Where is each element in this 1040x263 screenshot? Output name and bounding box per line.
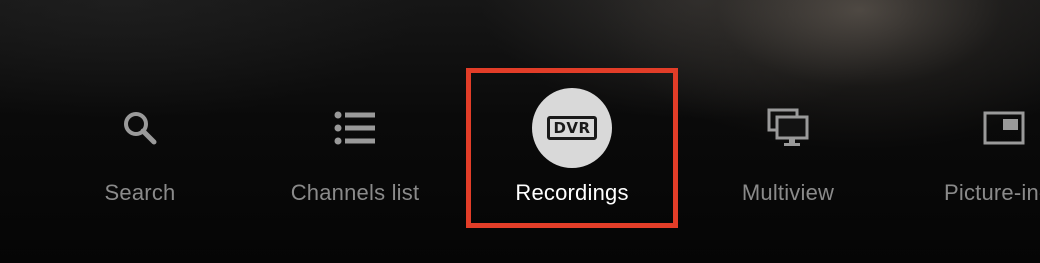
- quick-menu: Search Channels list DVR Recordings Mult…: [0, 0, 1040, 263]
- list-icon: [315, 88, 395, 168]
- menu-item-search[interactable]: Search: [40, 88, 240, 228]
- dvr-icon-text: DVR: [547, 116, 597, 140]
- tv-overlay-screen: Search Channels list DVR Recordings Mult…: [0, 0, 1040, 263]
- menu-item-multiview[interactable]: Multiview: [688, 88, 888, 228]
- picture-in-picture-icon: [964, 88, 1040, 168]
- dvr-icon-circle: DVR: [532, 88, 612, 168]
- menu-item-channels-list[interactable]: Channels list: [255, 88, 455, 228]
- menu-label-channels-list: Channels list: [290, 180, 420, 205]
- dvr-icon: DVR: [532, 88, 612, 168]
- multiview-icon: [748, 88, 828, 168]
- menu-label-search: Search: [104, 180, 176, 205]
- menu-item-recordings[interactable]: DVR Recordings: [472, 88, 672, 228]
- menu-label-recordings: Recordings: [515, 180, 629, 205]
- menu-label-multiview: Multiview: [741, 180, 835, 205]
- menu-label-picture-in-picture: Picture-in-pi: [944, 180, 1040, 205]
- menu-item-picture-in-picture[interactable]: Picture-in-pi: [904, 88, 1040, 228]
- search-icon: [100, 88, 180, 168]
